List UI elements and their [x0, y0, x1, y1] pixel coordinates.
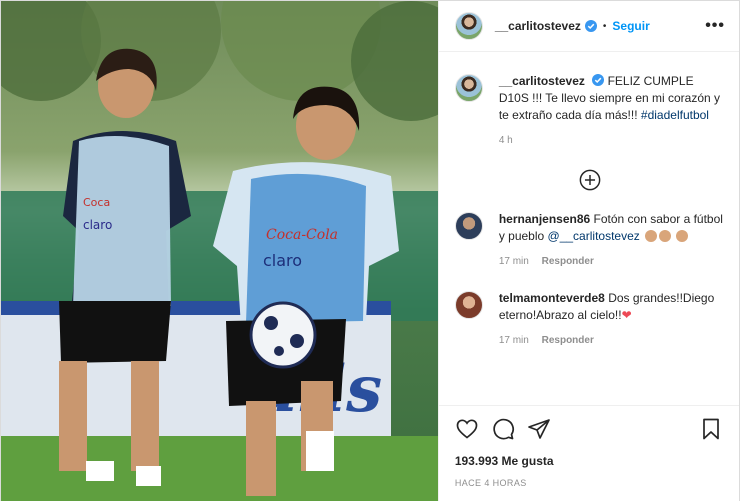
bib-sponsor-1: Coca [83, 196, 110, 209]
reply-button[interactable]: Responder [542, 256, 594, 267]
follow-button[interactable]: Seguir [612, 19, 649, 33]
heart-icon[interactable] [455, 417, 479, 441]
bookmark-icon[interactable] [699, 417, 723, 441]
comment-item: hernanjensen86 Fotón con sabor a fútbol … [454, 211, 725, 270]
action-icons [455, 416, 723, 442]
load-more-comments[interactable] [455, 169, 725, 191]
caption-time[interactable]: 4 h [499, 135, 513, 146]
instagram-post-view: uils Coca claro [0, 0, 740, 501]
bib-sponsor-3: Coca-Cola [266, 227, 338, 243]
commenter-username[interactable]: hernanjensen86 [499, 212, 590, 226]
author-avatar[interactable] [454, 12, 483, 40]
verified-badge-icon [584, 20, 597, 32]
comment-icon[interactable] [491, 417, 515, 441]
post-side-panel: __carlitostevez • Seguir ••• __carlitost… [437, 1, 739, 501]
comment-body: hernanjensen86 Fotón con sabor a fútbol … [499, 211, 725, 270]
bib-sponsor-2: claro [83, 218, 112, 232]
clap-emoji-icon [676, 230, 689, 242]
comment-time: 17 min [498, 335, 529, 346]
likes-count[interactable]: 193.993 Me gusta [455, 454, 723, 468]
commenter-avatar[interactable] [454, 291, 483, 319]
post-header: __carlitostevez • Seguir ••• [438, 1, 739, 52]
more-options-icon[interactable]: ••• [705, 17, 725, 35]
post-timestamp[interactable]: HACE 4 HORAS [455, 478, 723, 488]
separator-dot: • [602, 20, 607, 32]
clap-emoji-icon [645, 230, 658, 242]
comment-time: 17 min [498, 256, 529, 267]
post-photo[interactable]: uils Coca claro [1, 1, 438, 501]
football [249, 301, 317, 369]
caption-hashtag[interactable]: #diadelfutbol [641, 108, 709, 122]
reply-button[interactable]: Responder [542, 335, 594, 346]
caption-row: __carlitostevez FELIZ CUMPLE D10S !!! Te… [454, 73, 725, 149]
verified-badge-icon [592, 74, 605, 86]
commenter-username[interactable]: telmamonteverde8 [499, 291, 605, 305]
paper-plane-icon[interactable] [527, 417, 551, 441]
caption-username[interactable]: __carlitostevez [499, 74, 585, 88]
comment-item: telmamonteverde8 Dos grandes!!Diego eter… [454, 290, 725, 349]
post-actions: 193.993 Me gusta HACE 4 HORAS [438, 405, 739, 488]
caption-body: __carlitostevez FELIZ CUMPLE D10S !!! Te… [499, 73, 725, 149]
plus-circle-icon[interactable] [579, 169, 601, 191]
author-username[interactable]: __carlitostevez [495, 19, 581, 33]
author-avatar[interactable] [454, 74, 483, 102]
heart-emoji-icon: ❤ [621, 308, 632, 322]
clap-emoji-icon [659, 230, 672, 242]
comment-mention[interactable]: @__carlitostevez [548, 229, 640, 243]
comments-section: __carlitostevez FELIZ CUMPLE D10S !!! Te… [439, 53, 739, 405]
football-training-photo: uils Coca claro [1, 1, 438, 501]
comment-body: telmamonteverde8 Dos grandes!!Diego eter… [499, 290, 725, 349]
bib-sponsor-4: claro [263, 251, 302, 270]
commenter-avatar[interactable] [454, 212, 483, 240]
